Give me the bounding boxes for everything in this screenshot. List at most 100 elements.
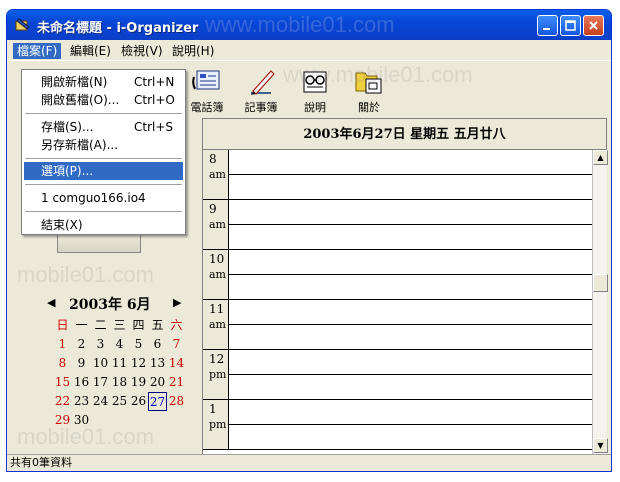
toolbar-help-button[interactable]: 說明 [293, 67, 337, 117]
toolbar-notebook-button[interactable]: 記事簿 [239, 67, 283, 117]
calendar-day[interactable]: 8 [53, 354, 72, 373]
file-menu-new[interactable]: 開啟新檔(N) Ctrl+N [24, 73, 183, 91]
calendar-day[interactable]: 30 [72, 411, 91, 430]
calendar-day[interactable]: 26 [129, 392, 148, 411]
calendar-day[interactable]: 1 [53, 335, 72, 354]
menu-separator [25, 184, 182, 185]
toolbar-phonebook-button[interactable]: 電話簿 [185, 67, 229, 117]
file-menu-recent-file[interactable]: 1 comguo166.io4 [24, 189, 183, 207]
file-menu-exit-label: 結束(X) [41, 218, 83, 232]
calendar-day[interactable]: 4 [110, 335, 129, 354]
calendar-day[interactable]: 23 [72, 392, 91, 411]
hour-number: 12 [209, 352, 225, 366]
toolbar-about-label: 關於 [358, 101, 380, 114]
hour-number: 1 [209, 402, 217, 416]
hour-ampm: am [209, 218, 226, 231]
watermark-title: www.mobile01.com [205, 12, 395, 37]
calendar-weekday: 三 [113, 318, 126, 332]
day-scrollbar[interactable]: ▲ ▼ [592, 150, 608, 454]
scroll-up-button[interactable]: ▲ [593, 150, 608, 165]
file-menu-save-as[interactable]: 另存新檔(A)... [24, 136, 183, 154]
minimize-button[interactable] [537, 15, 558, 36]
hour-ampm: am [209, 268, 226, 281]
scroll-thumb[interactable] [593, 274, 608, 292]
calendar-next-button[interactable]: ▶ [173, 296, 181, 309]
time-slot[interactable] [229, 224, 592, 225]
about-icon [355, 72, 382, 94]
calendar-day-selected[interactable]: 27 [148, 392, 167, 411]
calendar-weekday: 五 [151, 318, 164, 332]
calendar-day[interactable]: 28 [167, 392, 186, 411]
file-menu-options[interactable]: 選項(P)... [24, 162, 183, 180]
menu-separator [25, 113, 182, 114]
time-slot[interactable] [229, 424, 592, 425]
calendar-day[interactable]: 3 [91, 335, 110, 354]
time-slot[interactable] [229, 174, 592, 175]
calendar-day[interactable]: 6 [148, 335, 167, 354]
menu-bar: 檔案(F) 編輯(E) 檢視(V) 說明(H) [7, 40, 611, 60]
calendar-day[interactable]: 13 [148, 354, 167, 373]
notebook-icon [251, 70, 275, 95]
calendar-prev-button[interactable]: ◀ [47, 296, 55, 309]
hour-label: 8 am [203, 150, 229, 200]
title-bar[interactable]: 未命名標題 - i-Organizer www.mobile01.com [7, 10, 611, 40]
maximize-button[interactable] [560, 15, 581, 36]
calendar-day[interactable]: 20 [148, 373, 167, 392]
calendar-day[interactable]: 15 [53, 373, 72, 392]
calendar-day[interactable]: 19 [129, 373, 148, 392]
calendar-day[interactable]: 18 [110, 373, 129, 392]
calendar-day[interactable]: 22 [53, 392, 72, 411]
hidden-panel-button[interactable] [57, 235, 141, 253]
phonebook-icon [192, 70, 220, 90]
time-slot[interactable] [229, 449, 592, 450]
file-menu-save[interactable]: 存檔(S)... Ctrl+S [24, 118, 183, 136]
file-menu-open-shortcut: Ctrl+O [134, 93, 175, 107]
close-button[interactable] [583, 15, 604, 36]
file-menu-open-label: 開啟舊檔(O)... [41, 93, 120, 107]
toolbar-notebook-label: 記事簿 [244, 101, 278, 114]
hour-row: 10 am [203, 250, 592, 300]
hour-label: 10 am [203, 250, 229, 300]
file-menu-exit[interactable]: 結束(X) [24, 216, 183, 234]
file-menu-open[interactable]: 開啟舊檔(O)... Ctrl+O [24, 91, 183, 109]
hour-list: 8 am 9 am 10 am 11 am 12 pm 1 pm [203, 150, 592, 454]
calendar-day[interactable]: 7 [167, 335, 186, 354]
toolbar-help-label: 說明 [304, 101, 326, 114]
hour-label: 12 pm [203, 350, 229, 400]
menu-file[interactable]: 檔案(F) [13, 43, 62, 59]
time-slot[interactable] [229, 324, 592, 325]
calendar-day[interactable]: 12 [129, 354, 148, 373]
close-icon [589, 21, 598, 30]
scroll-down-button[interactable]: ▼ [593, 438, 608, 453]
calendar-weekday: 四 [132, 318, 145, 332]
menu-edit[interactable]: 編輯(E) [66, 43, 115, 59]
hour-label: 11 am [203, 300, 229, 350]
toolbar-about-button[interactable]: 關於 [347, 67, 391, 117]
status-text: 共有0筆資料 [10, 456, 72, 469]
time-slot[interactable] [229, 374, 592, 375]
calendar-day[interactable]: 10 [91, 354, 110, 373]
time-slot[interactable] [229, 274, 592, 275]
file-menu-recent-label: 1 comguo166.io4 [41, 191, 146, 205]
calendar-day[interactable]: 16 [72, 373, 91, 392]
calendar-day[interactable]: 24 [91, 392, 110, 411]
calendar-day[interactable]: 5 [129, 335, 148, 354]
calendar-day[interactable]: 21 [167, 373, 186, 392]
menu-view[interactable]: 檢視(V) [117, 43, 167, 59]
calendar-day[interactable]: 9 [72, 354, 91, 373]
hour-ampm: pm [209, 368, 227, 381]
toolbar-phonebook-label: 電話簿 [190, 101, 224, 114]
calendar-day[interactable]: 17 [91, 373, 110, 392]
calendar-day[interactable]: 2 [72, 335, 91, 354]
file-menu-new-label: 開啟新檔(N) [41, 75, 108, 89]
calendar-day[interactable]: 14 [167, 354, 186, 373]
hour-label: 1 pm [203, 400, 229, 450]
calendar-day[interactable]: 29 [53, 411, 72, 430]
file-menu-save-as-label: 另存新檔(A)... [41, 138, 119, 152]
calendar-weekday: 六 [170, 318, 183, 332]
calendar-month-title: 2003年 6月 [69, 297, 151, 313]
calendar-day[interactable]: 11 [110, 354, 129, 373]
hour-row: 11 am [203, 300, 592, 350]
calendar-day[interactable]: 25 [110, 392, 129, 411]
menu-help[interactable]: 說明(H) [168, 43, 218, 59]
